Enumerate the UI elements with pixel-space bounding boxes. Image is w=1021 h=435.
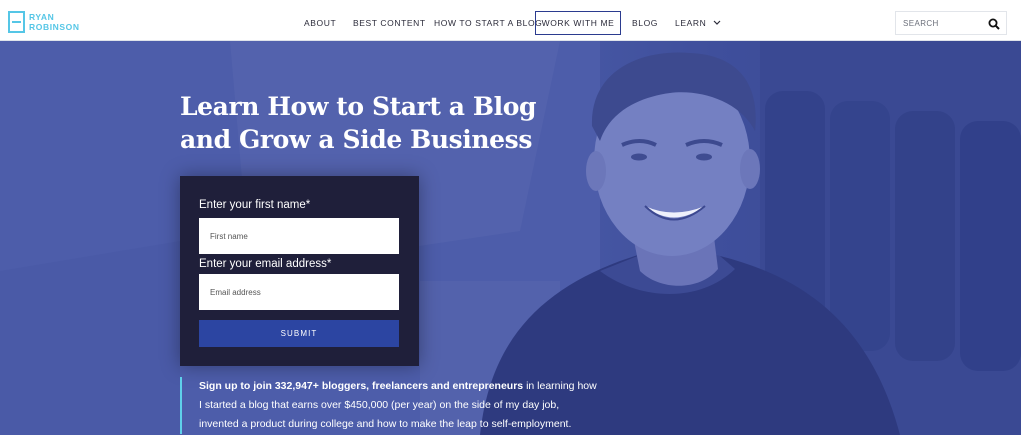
signup-blurb: Sign up to join 332,947+ bloggers, freel… [180,377,600,434]
nav-how-to-start[interactable]: HOW TO START A BLOG [434,11,542,35]
blurb-bold-text: Sign up to join 332,947+ bloggers, freel… [199,380,524,392]
hero-section: Learn How to Start a Blog and Grow a Sid… [0,41,1021,435]
site-header: RYAN ROBINSON ABOUT BEST CONTENT HOW TO … [0,0,1021,41]
nav-learn-dropdown[interactable]: LEARN [675,11,721,35]
hero-headline-line-2: and Grow a Side Business [180,125,533,154]
logo-mark-icon [8,11,25,33]
email-label: Enter your email address* [199,258,332,270]
email-input[interactable] [199,274,399,310]
search-box[interactable] [895,11,1007,35]
submit-button[interactable]: SUBMIT [199,320,399,347]
nav-about[interactable]: ABOUT [304,11,336,35]
search-input[interactable] [903,13,991,33]
site-logo[interactable]: RYAN ROBINSON [8,11,80,33]
nav-how-to-start-link[interactable]: HOW TO START A BLOG [434,18,542,28]
logo-line-1: RYAN [29,12,55,22]
search-icon[interactable] [988,18,1000,30]
nav-blog-link[interactable]: BLOG [632,18,658,28]
hero-headline-line-1: Learn How to Start a Blog [180,92,537,121]
nav-work-with-me-button[interactable]: WORK WITH ME [535,11,621,35]
nav-blog[interactable]: BLOG [632,11,658,35]
hero-headline: Learn How to Start a Blog and Grow a Sid… [180,90,540,156]
signup-form: Enter your first name* Enter your email … [180,176,419,366]
nav-work-with-me-link[interactable]: WORK WITH ME [542,18,615,28]
nav-best-content-link[interactable]: BEST CONTENT [353,18,426,28]
nav-learn-link[interactable]: LEARN [675,18,706,28]
first-name-input[interactable] [199,218,399,254]
nav-best-content[interactable]: BEST CONTENT [353,11,426,35]
logo-line-2: ROBINSON [29,22,80,32]
first-name-label: Enter your first name* [199,199,311,211]
chevron-down-icon [713,20,721,25]
nav-about-link[interactable]: ABOUT [304,18,336,28]
